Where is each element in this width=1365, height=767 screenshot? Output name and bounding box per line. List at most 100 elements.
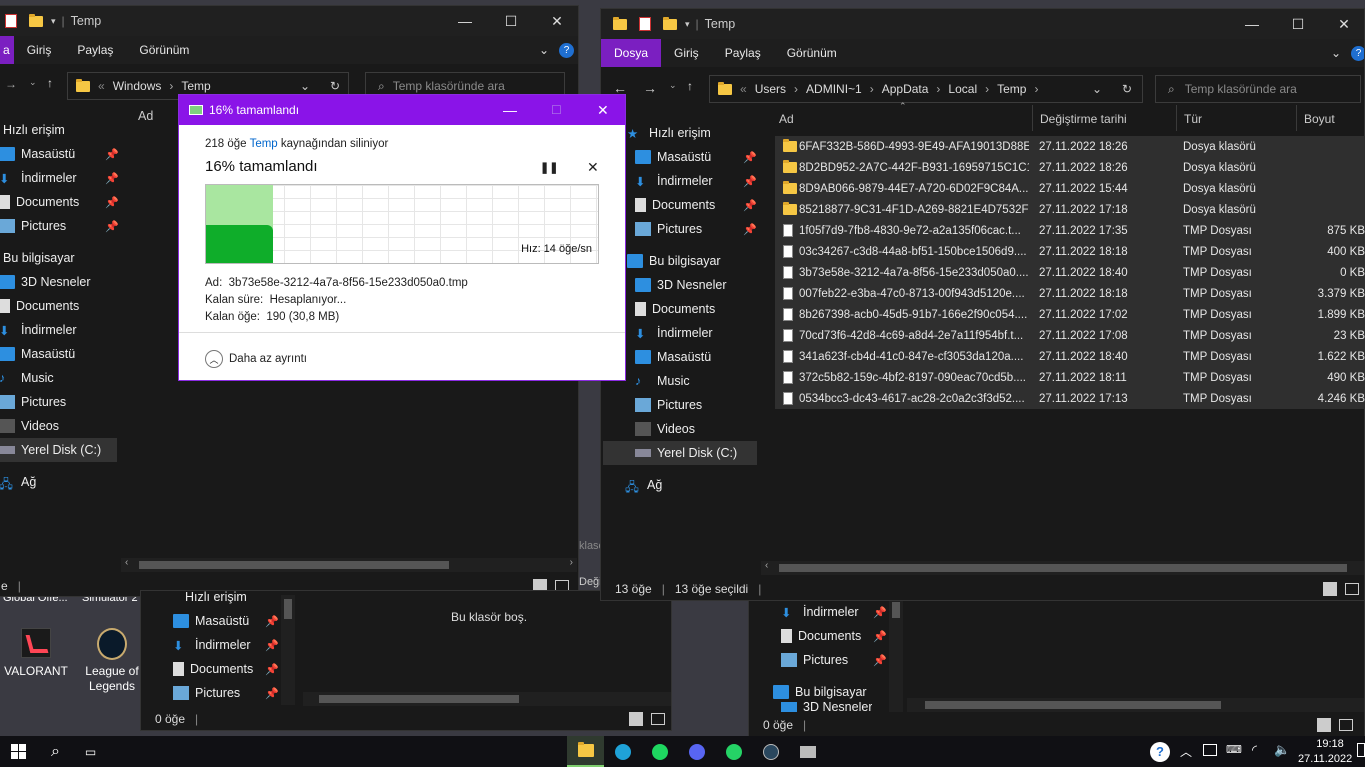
tab-share[interactable]: Paylaş	[64, 36, 126, 64]
column-header-date[interactable]: Değiştirme tarihi	[1040, 112, 1127, 126]
pin-icon[interactable]: 📌	[105, 172, 119, 185]
nav-quick-access[interactable]: ★ Hızlı erişim	[627, 121, 711, 145]
nav-network[interactable]: 🖧 Ağ	[0, 470, 36, 494]
nav-downloads[interactable]: ⬇ İndirmeler	[173, 633, 251, 657]
tab-view[interactable]: Görünüm	[126, 36, 202, 64]
breadcrumb-item[interactable]: Local	[948, 82, 977, 96]
pin-icon[interactable]: 📌	[743, 223, 757, 236]
help-icon[interactable]: ?	[559, 42, 574, 58]
whatsapp-icon[interactable]	[715, 736, 752, 767]
horizontal-scrollbar[interactable]	[303, 692, 671, 706]
dropdown-icon[interactable]: ⌄	[29, 77, 37, 88]
refresh-icon[interactable]: ↻	[1122, 82, 1132, 96]
nav-pictures[interactable]: Pictures	[0, 214, 66, 238]
tab-file[interactable]: a	[0, 36, 14, 64]
file-row[interactable]: 0534bcc3-dc43-4617-ac28-2c0a2c3f3d52....…	[775, 388, 1365, 409]
start-icon[interactable]	[0, 736, 37, 767]
horizontal-scrollbar[interactable]	[907, 698, 1364, 712]
file-row[interactable]: 8D9AB066-9879-44E7-A720-6D02F9C84A... 27.…	[775, 178, 1365, 199]
pin-icon[interactable]: 📌	[873, 606, 887, 619]
nav-videos[interactable]: Videos	[0, 414, 59, 438]
close-button[interactable]: ✕	[534, 6, 578, 36]
nav-desktop[interactable]: Masaüstü	[0, 342, 75, 366]
pin-icon[interactable]: 📌	[265, 663, 279, 676]
nav-documents[interactable]: Documents	[0, 190, 79, 214]
file-row[interactable]: 8D2BD952-2A7C-442F-B931-16959715C1C1 27.1…	[775, 157, 1365, 178]
nav-downloads[interactable]: ⬇ İndirmeler	[0, 318, 77, 342]
tab-view[interactable]: Görünüm	[774, 39, 850, 67]
pin-icon[interactable]: 📌	[265, 615, 279, 628]
notification-icon[interactable]	[1357, 743, 1365, 757]
desktop-icon-league[interactable]: League of Legends	[76, 628, 148, 694]
pin-icon[interactable]: 📌	[265, 639, 279, 652]
nav-downloads[interactable]: ⬇ İndirmeler	[635, 169, 713, 193]
pin-icon[interactable]: 📌	[743, 151, 757, 164]
tab-home[interactable]: Giriş	[14, 36, 65, 64]
column-header-size[interactable]: Boyut	[1304, 112, 1335, 126]
nav-this-pc[interactable]: Bu bilgisayar	[3, 246, 75, 270]
horizontal-scrollbar[interactable]: ‹ ›	[121, 557, 577, 572]
vertical-scrollbar[interactable]	[281, 595, 295, 705]
network-monitor-icon[interactable]	[789, 736, 826, 767]
file-explorer-icon[interactable]	[567, 736, 604, 767]
maximize-button[interactable]: ☐	[1275, 9, 1321, 39]
file-row[interactable]: 70cd73f6-42d8-4c69-a8d4-2e7a11f954bf.t..…	[775, 325, 1365, 346]
chevron-down-icon[interactable]: ⌄	[1092, 82, 1102, 96]
pin-icon[interactable]: 📌	[873, 654, 887, 667]
nav-documents[interactable]: Documents	[635, 193, 715, 217]
close-button[interactable]: ✕	[1321, 9, 1364, 39]
clock-time[interactable]: 19:18	[1310, 738, 1350, 750]
nav-desktop[interactable]: Masaüstü	[173, 609, 249, 633]
file-row[interactable]: 007feb22-e3ba-47c0-8713-00f943d5120e....…	[775, 283, 1365, 304]
edge-icon[interactable]	[604, 736, 641, 767]
nav-pictures[interactable]: Pictures	[781, 648, 848, 672]
nav-3d-objects[interactable]: 3D Nesneler	[0, 270, 90, 294]
column-divider[interactable]	[1176, 105, 1177, 131]
nav-quick-access[interactable]: Hızlı erişim	[3, 118, 65, 142]
details-view-icon[interactable]	[1317, 718, 1331, 732]
breadcrumb-item[interactable]: ADMINI~1	[806, 82, 862, 96]
pause-button[interactable]: ❚❚	[540, 161, 558, 174]
details-view-icon[interactable]	[1323, 582, 1337, 596]
details-view-icon[interactable]	[629, 712, 643, 726]
clock-date[interactable]: 27.11.2022	[1298, 753, 1352, 765]
up-arrow-icon[interactable]: ↑	[47, 76, 53, 90]
breadcrumb-item[interactable]: Windows	[113, 79, 162, 93]
keyboard-icon[interactable]: ⌨	[1226, 743, 1242, 756]
nav-videos[interactable]: Videos	[635, 417, 695, 441]
steam-icon[interactable]	[752, 736, 789, 767]
nav-pictures[interactable]: Pictures	[635, 393, 702, 417]
nav-pictures[interactable]: Pictures	[0, 390, 66, 414]
file-row[interactable]: 85218877-9C31-4F1D-A269-8821E4D7532F 27.1…	[775, 199, 1365, 220]
nav-downloads[interactable]: ⬇ İndirmeler	[781, 600, 859, 624]
column-header-type[interactable]: Tür	[1184, 112, 1202, 126]
nav-local-disk[interactable]: Yerel Disk (C:)	[0, 438, 117, 462]
file-row[interactable]: 3b73e58e-3212-4a7a-8f56-15e233d050a0....…	[775, 262, 1365, 283]
vertical-scrollbar[interactable]	[889, 598, 903, 712]
dropdown-icon[interactable]: ⌄	[669, 80, 677, 91]
maximize-button[interactable]: ☐	[488, 6, 534, 36]
address-bar[interactable]: « Users › ADMINI~1 › AppData › Local › T…	[709, 75, 1143, 103]
nav-documents[interactable]: Documents	[0, 294, 79, 318]
scroll-thumb[interactable]	[319, 695, 519, 703]
chevron-down-icon[interactable]: ⌄	[539, 43, 549, 57]
task-view-icon[interactable]: ▭	[72, 736, 109, 767]
nav-documents[interactable]: Documents	[781, 624, 861, 648]
camera-icon[interactable]	[1203, 744, 1217, 756]
nav-desktop[interactable]: Masaüstü	[635, 345, 711, 369]
nav-quick-access[interactable]: Hızlı erişim	[185, 591, 247, 609]
scroll-thumb[interactable]	[139, 561, 449, 569]
nav-downloads[interactable]: ⬇ İndirmeler	[0, 166, 77, 190]
file-row[interactable]: 6FAF332B-586D-4993-9E49-AFA19013D88E 27.1…	[775, 136, 1365, 157]
column-divider[interactable]	[1296, 105, 1297, 131]
search-input[interactable]: ⌕ Temp klasöründe ara	[1155, 75, 1361, 103]
discord-icon[interactable]	[678, 736, 715, 767]
refresh-icon[interactable]: ↻	[330, 79, 340, 93]
nav-documents[interactable]: Documents	[635, 297, 715, 321]
spotify-icon[interactable]	[641, 736, 678, 767]
file-row[interactable]: 1f05f7d9-7fb8-4830-9e72-a2a135f06cac.t..…	[775, 220, 1365, 241]
nav-pictures[interactable]: Pictures	[173, 681, 240, 705]
pin-icon[interactable]: 📌	[873, 630, 887, 643]
chevron-down-icon[interactable]: ⌄	[300, 79, 310, 93]
file-row[interactable]: 8b267398-acb0-45d5-91b7-166e2f90c054....…	[775, 304, 1365, 325]
